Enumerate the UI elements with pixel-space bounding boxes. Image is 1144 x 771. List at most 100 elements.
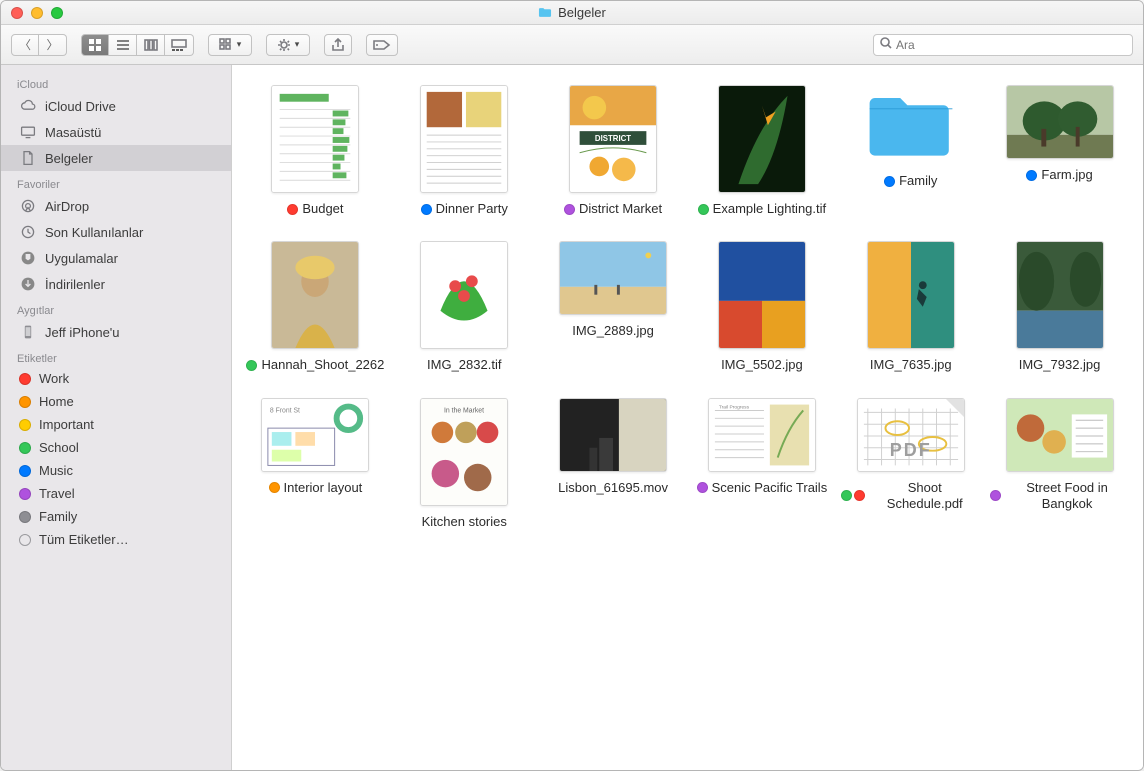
file-tags bbox=[564, 204, 575, 215]
file-name: Lisbon_61695.mov bbox=[558, 480, 668, 496]
file-item[interactable]: IMG_7932.jpg bbox=[988, 241, 1131, 373]
file-item[interactable]: Lisbon_61695.mov bbox=[542, 398, 685, 530]
file-tags bbox=[269, 482, 280, 493]
airdrop-icon bbox=[19, 197, 37, 215]
tag-dot-icon bbox=[854, 490, 865, 501]
file-item[interactable]: DISTRICT District Market bbox=[542, 85, 685, 217]
sidebar-item-label: Travel bbox=[39, 486, 75, 501]
sidebar-item[interactable]: Travel bbox=[1, 482, 231, 505]
file-item[interactable]: Farm.jpg bbox=[988, 85, 1131, 217]
file-label: Street Food in Bangkok bbox=[990, 480, 1130, 513]
file-item[interactable]: Budget bbox=[244, 85, 387, 217]
sidebar-item-label: Work bbox=[39, 371, 69, 386]
file-tags bbox=[884, 176, 895, 187]
file-thumbnail bbox=[271, 85, 359, 193]
file-thumbnail: PDF bbox=[857, 398, 965, 472]
file-item[interactable]: IMG_2832.tif bbox=[393, 241, 536, 373]
file-browser[interactable]: Budget Dinner Party DISTRICT District Marke… bbox=[232, 65, 1143, 770]
file-item[interactable]: IMG_2889.jpg bbox=[542, 241, 685, 373]
sidebar-item[interactable]: Jeff iPhone'u bbox=[1, 319, 231, 345]
file-item[interactable]: In the MarketKitchen stories bbox=[393, 398, 536, 530]
file-thumbnail bbox=[1006, 85, 1114, 159]
forward-button[interactable]: 〉 bbox=[39, 34, 67, 56]
tag-dot-icon bbox=[19, 419, 31, 431]
file-item[interactable]: PDFShoot Schedule.pdf bbox=[839, 398, 982, 530]
icon-view-button[interactable] bbox=[81, 34, 109, 56]
sidebar-item[interactable]: Important bbox=[1, 413, 231, 436]
file-label: Lisbon_61695.mov bbox=[558, 480, 668, 496]
svg-text:DISTRICT: DISTRICT bbox=[595, 134, 631, 143]
sidebar-item[interactable]: Masaüstü bbox=[1, 119, 231, 145]
file-tags bbox=[421, 204, 432, 215]
file-item[interactable]: IMG_7635.jpg bbox=[839, 241, 982, 373]
sidebar-item[interactable]: Family bbox=[1, 505, 231, 528]
sidebar-item-label: Belgeler bbox=[45, 151, 93, 166]
svg-text:8 Front St: 8 Front St bbox=[270, 407, 300, 414]
sidebar-item[interactable]: Work bbox=[1, 367, 231, 390]
file-item[interactable]: IMG_5502.jpg bbox=[690, 241, 833, 373]
file-label: IMG_2889.jpg bbox=[572, 323, 654, 339]
sidebar-item[interactable]: Son Kullanılanlar bbox=[1, 219, 231, 245]
columns-icon bbox=[144, 38, 158, 52]
file-tags bbox=[697, 482, 708, 493]
sidebar-item[interactable]: Belgeler bbox=[1, 145, 231, 171]
clock-icon bbox=[19, 223, 37, 241]
file-item[interactable]: Hannah_Shoot_2262 bbox=[244, 241, 387, 373]
sidebar-item-label: iCloud Drive bbox=[45, 99, 116, 114]
list-view-button[interactable] bbox=[109, 34, 137, 56]
apps-icon bbox=[19, 249, 37, 267]
file-name: Example Lighting.tif bbox=[713, 201, 826, 217]
sidebar-item[interactable]: Uygulamalar bbox=[1, 245, 231, 271]
file-name: IMG_7635.jpg bbox=[870, 357, 952, 373]
share-button[interactable] bbox=[324, 34, 352, 56]
sidebar-item[interactable]: Music bbox=[1, 459, 231, 482]
sidebar-item[interactable]: Tüm Etiketler… bbox=[1, 528, 231, 551]
sidebar-item[interactable]: iCloud Drive bbox=[1, 93, 231, 119]
tag-dot-icon bbox=[287, 204, 298, 215]
file-thumbnail bbox=[559, 398, 667, 472]
file-item[interactable]: Street Food in Bangkok bbox=[988, 398, 1131, 530]
sidebar-item-label: Music bbox=[39, 463, 73, 478]
file-label: Dinner Party bbox=[421, 201, 508, 217]
tag-dot-icon bbox=[246, 360, 257, 371]
file-item[interactable]: Family bbox=[839, 85, 982, 217]
file-label: Kitchen stories bbox=[422, 514, 507, 530]
arrange-button[interactable]: ▾ bbox=[208, 34, 252, 56]
sidebar-section-header: Etiketler bbox=[1, 345, 231, 367]
gallery-view-button[interactable] bbox=[165, 34, 194, 56]
file-item[interactable]: 8 Front St Interior layout bbox=[244, 398, 387, 530]
tags-button[interactable] bbox=[366, 34, 398, 56]
file-item[interactable]: Example Lighting.tif bbox=[690, 85, 833, 217]
search-input[interactable] bbox=[896, 38, 1126, 52]
back-button[interactable]: 〈 bbox=[11, 34, 39, 56]
sidebar-item[interactable]: School bbox=[1, 436, 231, 459]
file-label: IMG_7635.jpg bbox=[870, 357, 952, 373]
file-label: IMG_7932.jpg bbox=[1019, 357, 1101, 373]
sidebar-item[interactable]: İndirilenler bbox=[1, 271, 231, 297]
file-thumbnail bbox=[420, 85, 508, 193]
file-name: District Market bbox=[579, 201, 662, 217]
file-thumbnail: Trail Progress bbox=[708, 398, 816, 472]
iphone-icon bbox=[19, 323, 37, 341]
file-label: Example Lighting.tif bbox=[698, 201, 826, 217]
file-item[interactable]: Trail ProgressScenic Pacific Trails bbox=[690, 398, 833, 530]
file-tags bbox=[841, 490, 865, 501]
column-view-button[interactable] bbox=[137, 34, 165, 56]
file-name: Farm.jpg bbox=[1041, 167, 1092, 183]
sidebar-item-label: Masaüstü bbox=[45, 125, 101, 140]
sidebar-item[interactable]: AirDrop bbox=[1, 193, 231, 219]
file-tags bbox=[1026, 170, 1037, 181]
search-field[interactable] bbox=[873, 34, 1133, 56]
file-item[interactable]: Dinner Party bbox=[393, 85, 536, 217]
desktop-icon bbox=[19, 123, 37, 141]
sidebar-item[interactable]: Home bbox=[1, 390, 231, 413]
folder-icon bbox=[538, 7, 552, 18]
action-button[interactable]: ▾ bbox=[266, 34, 310, 56]
file-label: Farm.jpg bbox=[1026, 167, 1092, 183]
download-icon bbox=[19, 275, 37, 293]
sidebar-item-label: Son Kullanılanlar bbox=[45, 225, 143, 240]
sidebar: iCloudiCloud DriveMasaüstüBelgelerFavori… bbox=[1, 65, 232, 770]
tag-dot-icon bbox=[19, 396, 31, 408]
file-name: Interior layout bbox=[284, 480, 363, 496]
share-icon bbox=[331, 38, 345, 52]
